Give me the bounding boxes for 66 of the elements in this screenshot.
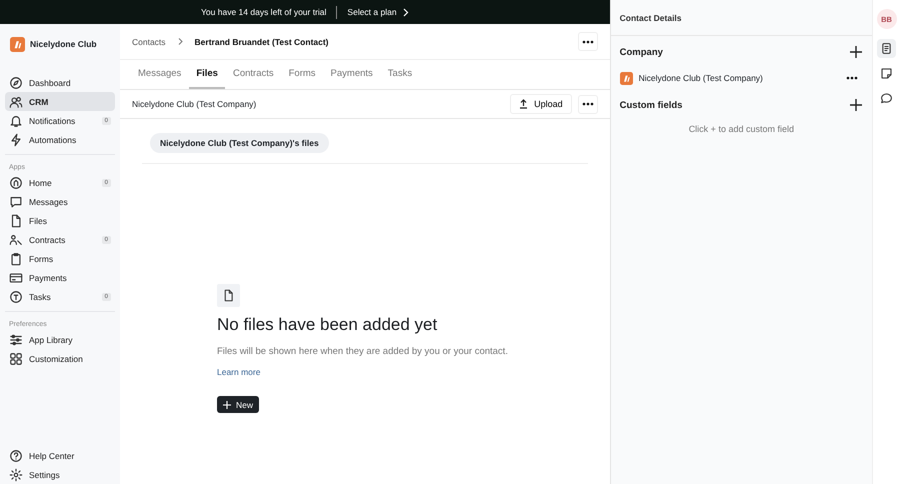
chevron-icon <box>402 8 409 16</box>
card-icon <box>9 270 23 284</box>
more-button[interactable] <box>578 94 598 114</box>
company-name[interactable]: Nicelydone Club (Test Company) <box>638 73 836 83</box>
section-heading: Company <box>620 46 663 58</box>
clipboard-icon <box>9 252 23 266</box>
breadcrumb-link[interactable]: Bertrand Bruandet (Test Contact) <box>194 36 329 46</box>
breadcrumb-link[interactable]: Contacts <box>132 36 166 46</box>
document-drawing <box>222 289 235 302</box>
add-button[interactable] <box>850 99 862 111</box>
sidebar-item[interactable]: Files <box>5 211 115 230</box>
empty-title: No files have been added yet <box>217 315 438 335</box>
trial-message: You have 14 days left of your trial <box>201 7 326 17</box>
sidebar-item[interactable]: Automations <box>5 130 115 149</box>
workspace-name: Nicelydone Club <box>30 39 97 49</box>
tasks-icon <box>9 290 23 304</box>
sidebar-item[interactable]: Messages <box>5 192 115 211</box>
more-icon <box>846 76 858 80</box>
tab[interactable]: Payments <box>324 60 380 89</box>
sidebar-item[interactable]: Help Center <box>5 446 115 465</box>
plus-icon <box>850 46 862 58</box>
settings-icon <box>9 468 23 482</box>
file-icon <box>9 214 23 228</box>
note-icon <box>880 67 894 80</box>
upload-icon <box>519 99 528 109</box>
more-icon <box>582 102 594 106</box>
toolbar-button[interactable] <box>877 39 896 58</box>
chevron-icon <box>178 38 183 45</box>
sliders-icon <box>9 332 23 346</box>
workspace-logo-icon <box>10 36 25 52</box>
bell-icon <box>9 114 23 128</box>
company-name: Nicelydone Club (Test Company) <box>132 99 258 109</box>
company-logo-icon <box>620 72 633 84</box>
upload-button[interactable]: Upload <box>510 94 572 114</box>
plus-icon <box>223 400 231 408</box>
more-button[interactable] <box>578 32 598 51</box>
compass-icon <box>9 76 23 90</box>
tab[interactable]: Files <box>189 60 225 89</box>
sidebar-item[interactable]: CRM <box>5 92 115 111</box>
folder-chip[interactable]: Nicelydone Club (Test Company)'s files <box>150 133 329 153</box>
empty-hint: Click + to add custom field <box>688 124 795 134</box>
people-icon <box>9 94 23 108</box>
sidebar-item[interactable]: Payments <box>5 268 115 287</box>
learn-more-link[interactable]: Learn more <box>217 367 260 377</box>
more-icon <box>582 40 594 44</box>
sidebar-item[interactable]: Settings <box>5 465 115 484</box>
document-icon <box>880 42 894 55</box>
add-button[interactable] <box>850 46 862 58</box>
lightning-icon <box>9 132 23 146</box>
plus-icon <box>850 99 862 111</box>
empty-description: Files will be shown here when they are added by you or your contact. <box>217 346 508 357</box>
tab[interactable]: Forms <box>282 60 323 89</box>
new-button[interactable]: New <box>217 396 260 413</box>
chat-icon <box>9 194 23 208</box>
select-plan-link[interactable]: Select a plan <box>347 7 409 17</box>
sidebar-item[interactable]: App Library <box>5 330 115 349</box>
sidebar-item[interactable]: Forms <box>5 249 115 268</box>
grid-icon <box>9 352 23 366</box>
tab[interactable]: Messages <box>131 60 188 89</box>
chat-icon <box>880 92 894 105</box>
sidebar-item[interactable]: Customization <box>5 349 115 368</box>
tab[interactable]: Contracts <box>226 60 281 89</box>
tab[interactable]: Tasks <box>380 60 420 89</box>
help-icon <box>9 448 23 462</box>
sidebar-item[interactable]: Dashboard <box>5 73 115 92</box>
section-heading: Custom fields <box>620 100 682 110</box>
